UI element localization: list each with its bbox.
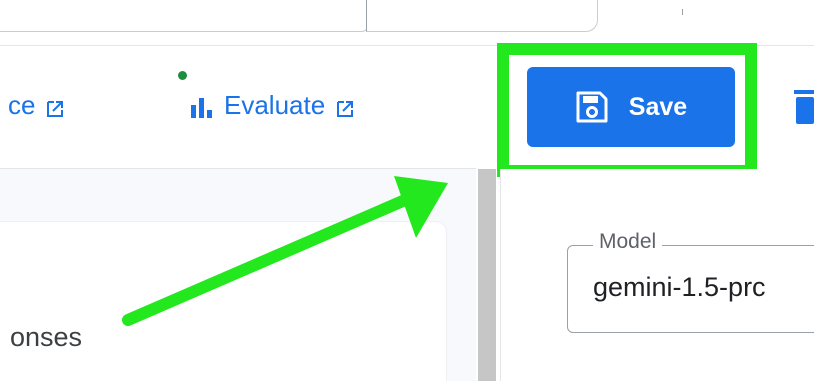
evaluate-link[interactable]: Evaluate bbox=[190, 90, 355, 120]
highlight-box bbox=[497, 43, 757, 177]
evaluate-link-label: Evaluate bbox=[224, 90, 326, 120]
top-input-left[interactable] bbox=[0, 0, 368, 32]
top-divider-tick bbox=[682, 9, 683, 15]
source-link[interactable]: ce bbox=[8, 90, 65, 120]
trash-icon[interactable] bbox=[790, 88, 814, 126]
app-root: ce Evaluate Save onses Model gemini-1.5-… bbox=[0, 0, 814, 381]
top-strip bbox=[0, 0, 814, 44]
next-field-label bbox=[597, 371, 603, 381]
external-link-icon bbox=[335, 95, 355, 117]
model-field-value: gemini-1.5-prc bbox=[593, 272, 766, 302]
external-link-icon bbox=[45, 95, 65, 117]
response-card-text: onses bbox=[10, 322, 83, 352]
top-input-right[interactable] bbox=[366, 0, 598, 32]
source-link-label: ce bbox=[8, 90, 36, 120]
model-field-label: Model bbox=[593, 230, 663, 254]
bar-chart-icon bbox=[190, 94, 214, 118]
notification-dot bbox=[178, 71, 187, 80]
response-card bbox=[0, 222, 446, 381]
scrollbar[interactable] bbox=[478, 169, 496, 381]
